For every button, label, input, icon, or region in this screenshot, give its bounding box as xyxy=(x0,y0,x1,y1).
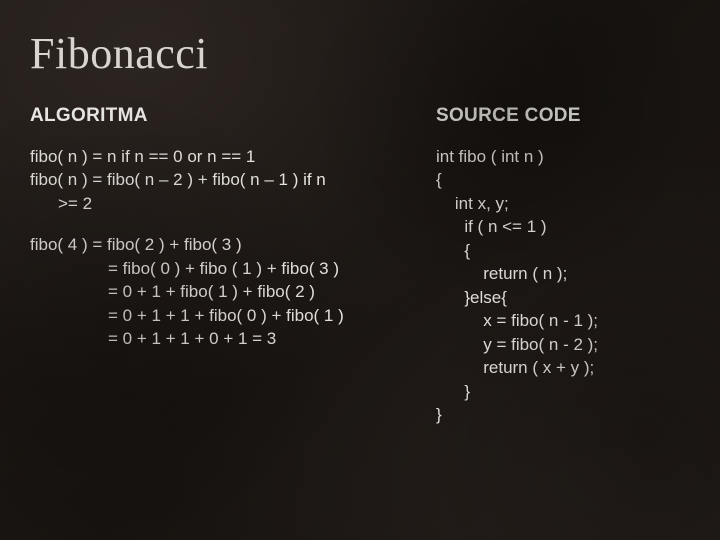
example-line: = fibo( 0 ) + fibo ( 1 ) + fibo( 3 ) xyxy=(30,257,400,280)
rule-line: >= 2 xyxy=(30,192,400,215)
source-code-column: SOURCE CODE int fibo ( int n ) { int x, … xyxy=(436,105,690,426)
rule-line: fibo( n ) = fibo( n – 2 ) + fibo( n – 1 … xyxy=(30,168,400,191)
example-line: fibo( 4 ) = fibo( 2 ) + fibo( 3 ) xyxy=(30,233,400,256)
two-column-layout: ALGORITMA fibo( n ) = n if n == 0 or n =… xyxy=(30,105,690,426)
slide-title: Fibonacci xyxy=(30,28,690,79)
example-line: = 0 + 1 + 1 + fibo( 0 ) + fibo( 1 ) xyxy=(30,304,400,327)
algorithm-rules: fibo( n ) = n if n == 0 or n == 1 fibo( … xyxy=(30,145,400,215)
example-line: = 0 + 1 + fibo( 1 ) + fibo( 2 ) xyxy=(30,280,400,303)
example-line: = 0 + 1 + 1 + 0 + 1 = 3 xyxy=(30,327,400,350)
source-code-heading: SOURCE CODE xyxy=(436,105,690,127)
code-listing: int fibo ( int n ) { int x, y; if ( n <=… xyxy=(436,145,690,426)
algorithm-example: fibo( 4 ) = fibo( 2 ) + fibo( 3 ) = fibo… xyxy=(30,233,400,350)
algorithm-column: ALGORITMA fibo( n ) = n if n == 0 or n =… xyxy=(30,105,400,426)
rule-line: fibo( n ) = n if n == 0 or n == 1 xyxy=(30,145,400,168)
algorithm-heading: ALGORITMA xyxy=(30,105,400,127)
